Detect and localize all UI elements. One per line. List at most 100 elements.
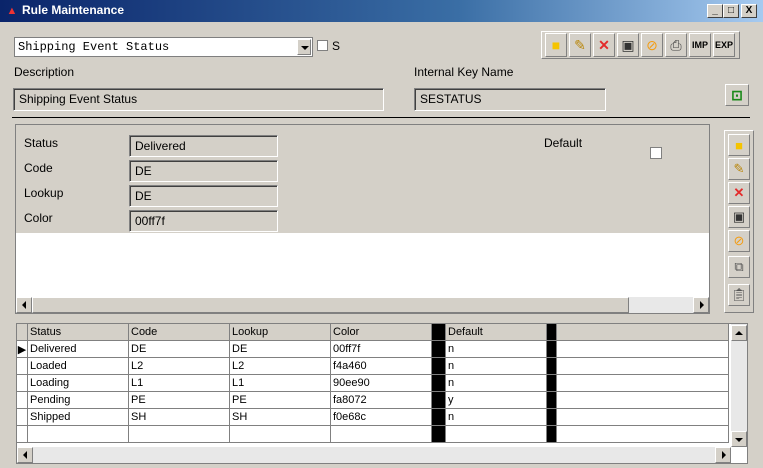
lookup-value: DE [135,189,152,203]
status-field[interactable]: Delivered [129,135,278,157]
cell-color[interactable]: 00ff7f [330,340,432,358]
cell-status[interactable]: Shipped [27,408,129,426]
cell-lookup[interactable]: SH [229,408,331,426]
table-row-empty[interactable] [17,425,729,443]
s-checkbox[interactable] [317,40,328,51]
scroll-right-icon[interactable] [693,297,709,313]
scroll-left-icon[interactable] [16,297,32,313]
table-row[interactable]: Loaded L2 L2 f4a460 n [17,357,729,375]
cell-code[interactable]: L2 [128,357,230,375]
side-paste-button[interactable]: 📋︎ [728,284,750,306]
cell-empty[interactable] [445,425,547,443]
minimize-button[interactable]: _ [707,4,723,18]
internal-key-label: Internal Key Name [414,65,514,79]
row-indicator [17,357,28,375]
cell-status[interactable]: Delivered [27,340,129,358]
filler-cell [556,340,729,358]
column-header-default[interactable]: Default [445,324,547,341]
cell-code[interactable]: L1 [128,374,230,392]
rule-select-value: Shipping Event Status [18,40,170,54]
grid-vertical-scrollbar[interactable] [731,324,747,447]
side-cancel-button[interactable]: ⊘ [728,230,750,252]
cancel-button[interactable]: ⊘ [641,33,663,57]
status-label: Status [24,136,59,150]
export-button[interactable]: EXP [713,33,735,57]
column-header-code[interactable]: Code [128,324,230,341]
filler-cell [556,357,729,375]
cell-default[interactable]: n [445,357,547,375]
cell-default[interactable]: n [445,408,547,426]
side-copy-button[interactable]: ⧉ [728,256,750,278]
default-checkbox[interactable] [650,147,662,159]
description-field[interactable]: Shipping Event Status [13,88,384,111]
hidden-column-header [546,324,557,341]
paste-icon: 📋︎ [730,287,748,302]
cell-default[interactable]: n [445,374,547,392]
cell-empty[interactable] [128,425,230,443]
cell-status[interactable]: Pending [27,391,129,409]
cell-empty[interactable] [330,425,432,443]
rule-select[interactable]: Shipping Event Status [14,37,313,57]
table-row[interactable]: Shipped SH SH f0e68c n [17,408,729,426]
cell-default[interactable]: y [445,391,547,409]
detail-blank-area [16,233,709,297]
scroll-down-icon[interactable] [731,431,747,447]
scroll-right-icon[interactable] [715,447,731,463]
detail-horizontal-scrollbar[interactable] [16,297,709,313]
hidden-column-header [431,324,446,341]
divider [12,117,750,118]
cell-lookup[interactable]: PE [229,391,331,409]
side-new-button[interactable]: ■ [728,134,750,156]
chevron-down-icon[interactable] [297,39,311,55]
edit-button[interactable]: ✎ [569,33,591,57]
cell-lookup[interactable]: L1 [229,374,331,392]
scroll-thumb[interactable] [32,297,629,313]
cell-color[interactable]: f0e68c [330,408,432,426]
side-save-button[interactable]: ▣ [728,206,750,228]
table-row[interactable]: Loading L1 L1 90ee90 n [17,374,729,392]
cell-empty[interactable] [27,425,129,443]
filler-cell [556,425,729,443]
table-row[interactable]: ▶ Delivered DE DE 00ff7f n [17,340,729,358]
delete-button[interactable]: ✕ [593,33,615,57]
import-button[interactable]: IMP [689,33,711,57]
save-button[interactable]: ▣ [617,33,639,57]
cell-lookup[interactable]: DE [229,340,331,358]
side-edit-button[interactable]: ✎ [728,158,750,180]
cell-color[interactable]: f4a460 [330,357,432,375]
internal-key-field[interactable]: SESTATUS [414,88,606,111]
cell-code[interactable]: PE [128,391,230,409]
scroll-left-icon[interactable] [17,447,33,463]
unlock-button[interactable]: ⊡ [725,84,749,106]
edit-icon: ✎ [733,161,745,176]
lookup-field[interactable]: DE [129,185,278,207]
table-row[interactable]: Pending PE PE fa8072 y [17,391,729,409]
cell-code[interactable]: SH [128,408,230,426]
side-delete-button[interactable]: ✕ [728,182,750,204]
cell-default[interactable]: n [445,340,547,358]
grid-header-row: Status Code Lookup Color Default [17,324,729,341]
close-button[interactable]: X [741,4,757,18]
grid-horizontal-scrollbar[interactable] [17,447,731,463]
scroll-up-icon[interactable] [731,325,747,341]
print-button[interactable]: ⎙ [665,33,687,57]
status-value: Delivered [135,139,186,153]
cell-status[interactable]: Loaded [27,357,129,375]
cell-color[interactable]: fa8072 [330,391,432,409]
code-field[interactable]: DE [129,160,278,182]
s-checkbox-label: S [332,39,341,53]
cell-code[interactable]: DE [128,340,230,358]
column-header-color[interactable]: Color [330,324,432,341]
hidden-cell [546,391,557,409]
column-header-lookup[interactable]: Lookup [229,324,331,341]
save-icon: ▣ [621,36,635,53]
hidden-cell [546,357,557,375]
new-button[interactable]: ■ [545,33,567,57]
color-field[interactable]: 00ff7f [129,210,278,232]
cell-status[interactable]: Loading [27,374,129,392]
column-header-status[interactable]: Status [27,324,129,341]
cell-color[interactable]: 90ee90 [330,374,432,392]
maximize-button[interactable]: □ [723,4,739,18]
cell-empty[interactable] [229,425,331,443]
cell-lookup[interactable]: L2 [229,357,331,375]
